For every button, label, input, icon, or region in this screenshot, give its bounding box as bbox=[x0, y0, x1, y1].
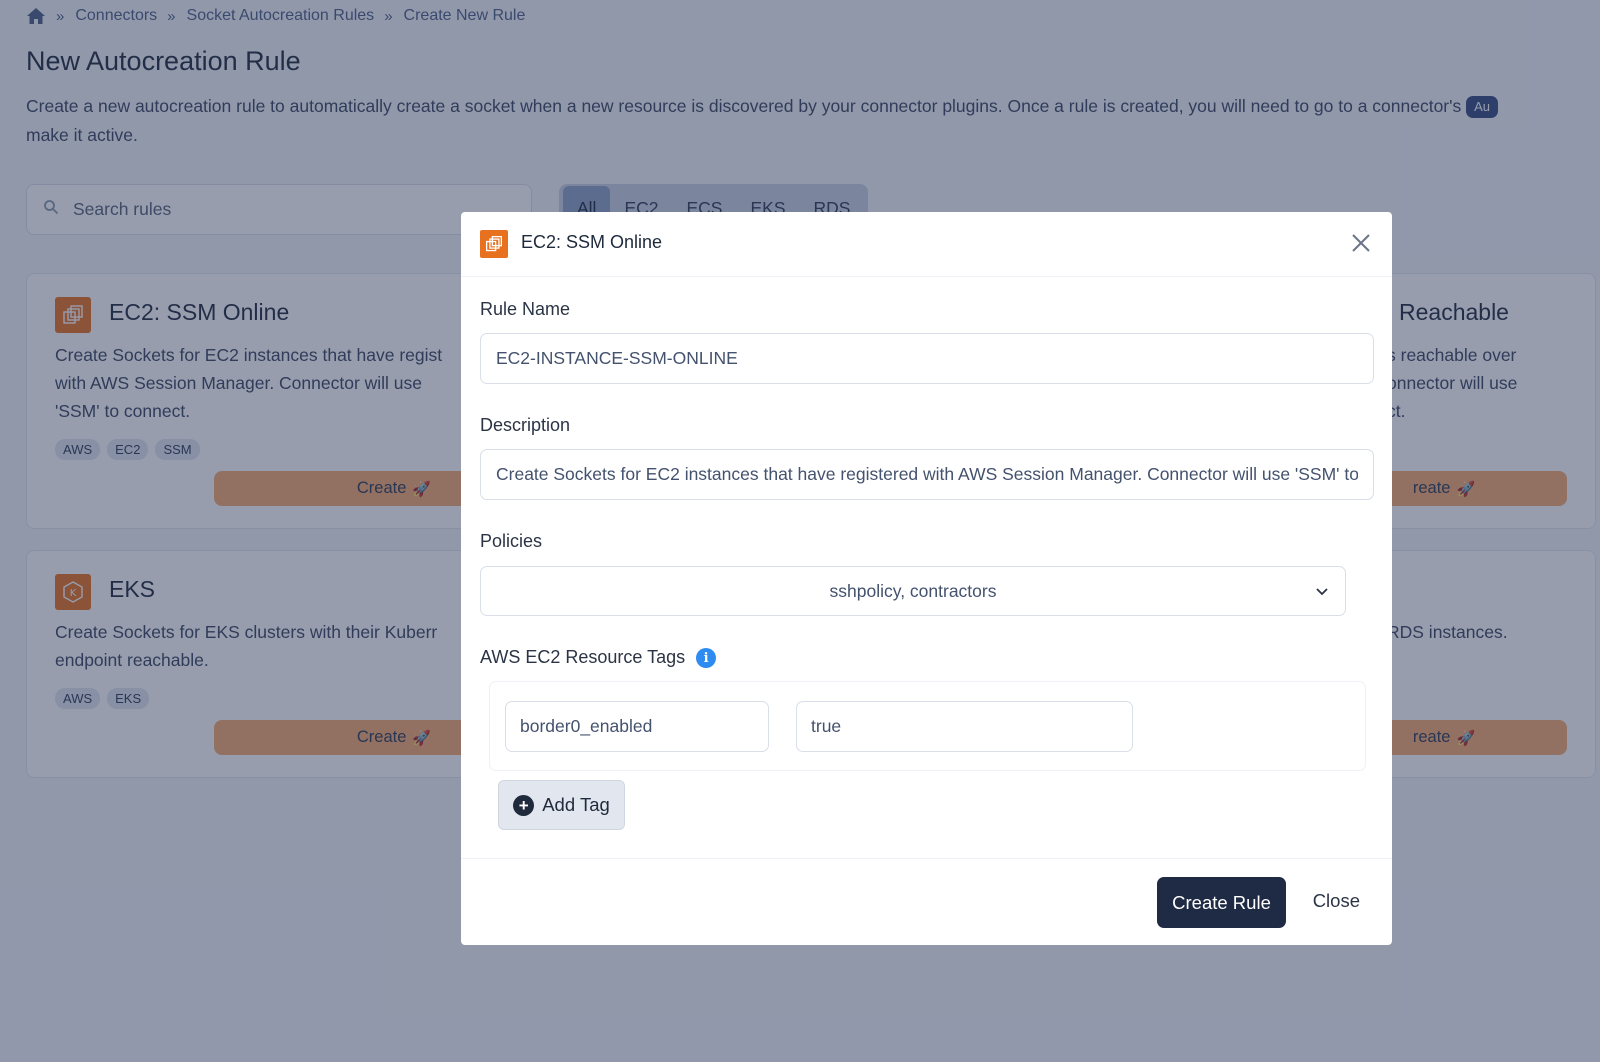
resource-tags-label-text: AWS EC2 Resource Tags bbox=[480, 647, 686, 667]
rule-name-input[interactable] bbox=[480, 333, 1374, 384]
modal-header: EC2: SSM Online bbox=[461, 212, 1392, 277]
description-label: Description bbox=[480, 415, 571, 435]
create-rule-button[interactable]: Create Rule bbox=[1157, 877, 1286, 928]
close-button[interactable]: Close bbox=[1313, 890, 1360, 912]
policies-label: Policies bbox=[480, 531, 543, 551]
create-rule-modal: EC2: SSM Online Rule Name Description Po… bbox=[461, 212, 1392, 945]
description-input[interactable] bbox=[480, 449, 1374, 500]
policies-select[interactable]: sshpolicy, contractors bbox=[480, 566, 1346, 616]
tag-value-input[interactable] bbox=[796, 701, 1133, 752]
resource-tags-container bbox=[489, 681, 1366, 771]
rule-name-label: Rule Name bbox=[480, 299, 571, 319]
close-icon[interactable] bbox=[1348, 230, 1374, 256]
info-icon[interactable]: i bbox=[696, 648, 717, 669]
modal-title: EC2: SSM Online bbox=[521, 232, 663, 252]
plus-circle-icon: + bbox=[513, 794, 535, 816]
tag-key-input[interactable] bbox=[505, 701, 769, 752]
modal-footer: Create Rule Close bbox=[461, 858, 1392, 945]
add-tag-button[interactable]: + Add Tag bbox=[498, 780, 625, 830]
chevron-down-icon bbox=[1313, 582, 1331, 605]
resource-tags-label: AWS EC2 Resource Tags i bbox=[480, 647, 717, 669]
policies-selected-value: sshpolicy, contractors bbox=[829, 580, 997, 601]
add-tag-label: Add Tag bbox=[542, 794, 610, 815]
ec2-icon bbox=[480, 230, 508, 258]
